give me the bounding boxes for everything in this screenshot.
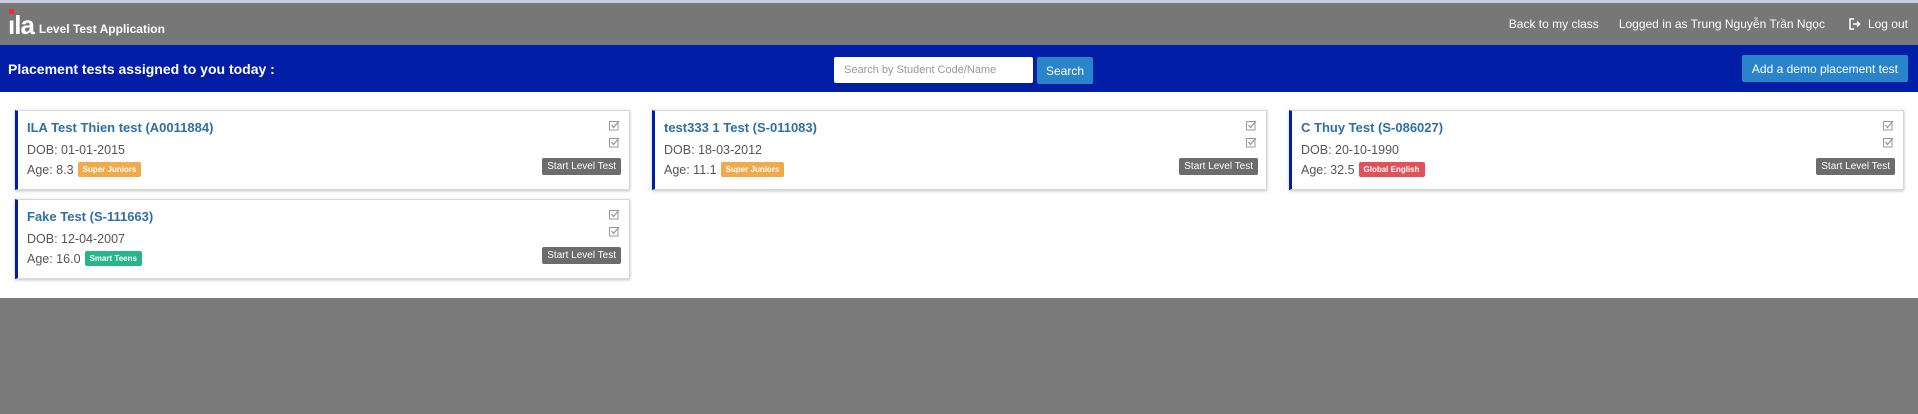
- checkbox-checked-icon: [1246, 137, 1257, 148]
- logout-link[interactable]: Log out: [1849, 17, 1908, 31]
- student-name-link[interactable]: C Thuy Test (S-086027): [1301, 120, 1443, 135]
- checkbox-checked-icon: [1883, 137, 1894, 148]
- checkbox-checked-icon: [609, 120, 620, 131]
- start-level-test-button[interactable]: Start Level Test: [542, 247, 621, 264]
- search-bar: Search: [834, 57, 1093, 84]
- student-age: Age: 8.3: [27, 162, 74, 177]
- student-card: test333 1 Test (S-011083) DOB: 18-03-201…: [652, 110, 1267, 190]
- placement-banner: Placement tests assigned to you today : …: [0, 45, 1918, 92]
- program-badge: Super Juniors: [77, 162, 142, 177]
- status-checks: [1246, 120, 1257, 154]
- checkbox-checked-icon: [609, 226, 620, 237]
- ila-logo[interactable]: ıla: [8, 12, 35, 38]
- app-title: Level Test Application: [38, 22, 165, 36]
- start-level-test-button[interactable]: Start Level Test: [1816, 158, 1895, 175]
- student-dob: DOB: 12-04-2007: [27, 232, 125, 246]
- logout-icon: [1849, 18, 1861, 30]
- student-dob: DOB: 20-10-1990: [1301, 143, 1399, 157]
- student-age-row: Age: 8.3 Super Juniors: [27, 162, 621, 177]
- student-age: Age: 16.0: [27, 251, 81, 266]
- brand[interactable]: ıla Level Test Application: [8, 10, 165, 38]
- search-input[interactable]: [834, 57, 1033, 83]
- student-dob: DOB: 18-03-2012: [664, 143, 762, 157]
- student-card: Fake Test (S-111663) DOB: 12-04-2007 Age…: [15, 199, 630, 279]
- status-checks: [609, 209, 620, 243]
- start-level-test-button[interactable]: Start Level Test: [542, 158, 621, 175]
- student-dob: DOB: 01-01-2015: [27, 143, 125, 157]
- checkbox-checked-icon: [609, 137, 620, 148]
- logout-label: Log out: [1867, 17, 1908, 31]
- banner-title: Placement tests assigned to you today :: [8, 60, 275, 77]
- student-name-link[interactable]: Fake Test (S-111663): [27, 209, 153, 224]
- student-age: Age: 11.1: [664, 162, 717, 177]
- checkbox-checked-icon: [1883, 120, 1894, 131]
- search-button[interactable]: Search: [1037, 57, 1093, 84]
- student-age-row: Age: 11.1 Super Juniors: [664, 162, 1258, 177]
- top-navbar: ıla Level Test Application Back to my cl…: [0, 3, 1918, 45]
- student-age-row: Age: 16.0 Smart Teens: [27, 251, 621, 266]
- student-card: ILA Test Thien test (A0011884) DOB: 01-0…: [15, 110, 630, 190]
- logged-in-user: Logged in as Trung Nguyễn Trần Ngọc: [1618, 17, 1825, 31]
- program-badge: Global English: [1358, 162, 1425, 177]
- checkbox-checked-icon: [1246, 120, 1257, 131]
- student-age-row: Age: 32.5 Global English: [1301, 162, 1895, 177]
- cards-area: ILA Test Thien test (A0011884) DOB: 01-0…: [0, 92, 1918, 298]
- status-checks: [609, 120, 620, 154]
- start-level-test-button[interactable]: Start Level Test: [1179, 158, 1258, 175]
- student-name-link[interactable]: ILA Test Thien test (A0011884): [27, 120, 213, 135]
- program-badge: Super Juniors: [720, 162, 785, 177]
- program-badge: Smart Teens: [84, 251, 142, 266]
- student-card: C Thuy Test (S-086027) DOB: 20-10-1990 A…: [1289, 110, 1904, 190]
- student-name-link[interactable]: test333 1 Test (S-011083): [664, 120, 817, 135]
- status-checks: [1883, 120, 1894, 154]
- student-age: Age: 32.5: [1301, 162, 1355, 177]
- add-demo-test-button[interactable]: Add a demo placement test: [1741, 55, 1908, 82]
- nav-right: Back to my class Logged in as Trung Nguy…: [1485, 17, 1908, 31]
- back-to-class-link[interactable]: Back to my class: [1509, 17, 1599, 31]
- checkbox-checked-icon: [609, 209, 620, 220]
